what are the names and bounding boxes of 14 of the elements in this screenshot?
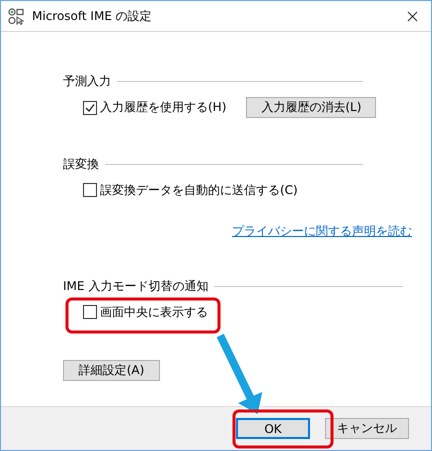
checkbox-box[interactable] xyxy=(83,100,97,114)
group-title: 誤変換 xyxy=(63,156,99,172)
dialog-button[interactable]: OK xyxy=(236,418,310,439)
window-title: Microsoft IME の設定 xyxy=(32,8,153,24)
checkbox-box[interactable] xyxy=(83,305,97,319)
check-icon xyxy=(85,102,95,112)
clear-history-button[interactable]: 入力履歴の消去(L) xyxy=(246,97,376,118)
checkbox-box[interactable] xyxy=(83,183,97,197)
group-title: 予測入力 xyxy=(63,72,111,90)
group-title: IME 入力モード切替の通知 xyxy=(63,278,208,294)
advanced-settings-button[interactable]: 詳細設定(A) xyxy=(63,360,160,381)
dialog-button[interactable]: キャンセル xyxy=(325,418,409,439)
app-icon xyxy=(8,8,25,24)
privacy-link[interactable]: プライバシーに関する声明を読む xyxy=(232,223,412,240)
